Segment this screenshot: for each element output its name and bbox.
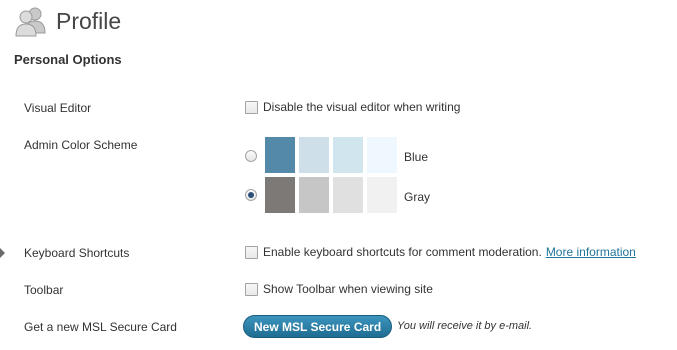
toolbar-checkbox[interactable] bbox=[245, 282, 258, 296]
swatch bbox=[367, 137, 397, 173]
swatch bbox=[333, 137, 363, 173]
color-scheme-gray-swatches[interactable] bbox=[265, 177, 401, 213]
page-title: Profile bbox=[56, 7, 122, 34]
expand-arrow-icon bbox=[0, 248, 5, 258]
swatch bbox=[265, 177, 295, 213]
toolbar-field[interactable]: Show Toolbar when viewing site bbox=[245, 282, 433, 296]
color-scheme-blue-radio[interactable] bbox=[245, 150, 257, 162]
section-title: Personal Options bbox=[14, 52, 122, 67]
keyboard-shortcuts-checkbox-label[interactable]: Enable keyboard shortcuts for comment mo… bbox=[263, 245, 542, 259]
msl-card-label: Get a new MSL Secure Card bbox=[24, 320, 177, 334]
toolbar-label: Toolbar bbox=[24, 283, 64, 297]
toolbar-checkbox-label: Show Toolbar when viewing site bbox=[263, 282, 433, 296]
users-icon bbox=[15, 7, 46, 37]
color-scheme-blue-swatches[interactable] bbox=[265, 137, 401, 173]
visual-editor-checkbox[interactable] bbox=[245, 100, 258, 114]
color-scheme-blue-name: Blue bbox=[404, 150, 429, 164]
keyboard-shortcuts-field: Enable keyboard shortcuts for comment mo… bbox=[245, 245, 636, 259]
visual-editor-field[interactable]: Disable the visual editor when writing bbox=[245, 100, 460, 114]
visual-editor-label: Visual Editor bbox=[24, 101, 92, 115]
swatch bbox=[265, 137, 295, 173]
swatch bbox=[367, 177, 397, 213]
admin-color-scheme-label: Admin Color Scheme bbox=[24, 138, 138, 152]
color-scheme-gray-name: Gray bbox=[404, 190, 431, 204]
swatch bbox=[299, 137, 329, 173]
page-header: Profile bbox=[14, 2, 121, 40]
swatch bbox=[299, 177, 329, 213]
color-scheme-gray-radio[interactable] bbox=[245, 189, 257, 201]
swatch bbox=[333, 177, 363, 213]
more-information-link[interactable]: More information bbox=[546, 245, 636, 259]
keyboard-shortcuts-checkbox[interactable] bbox=[245, 245, 258, 259]
keyboard-shortcuts-label: Keyboard Shortcuts bbox=[24, 246, 130, 260]
msl-card-note: You will receive it by e-mail. bbox=[397, 320, 533, 332]
new-msl-secure-card-button[interactable]: New MSL Secure Card bbox=[243, 315, 393, 338]
visual-editor-checkbox-label: Disable the visual editor when writing bbox=[263, 100, 461, 114]
